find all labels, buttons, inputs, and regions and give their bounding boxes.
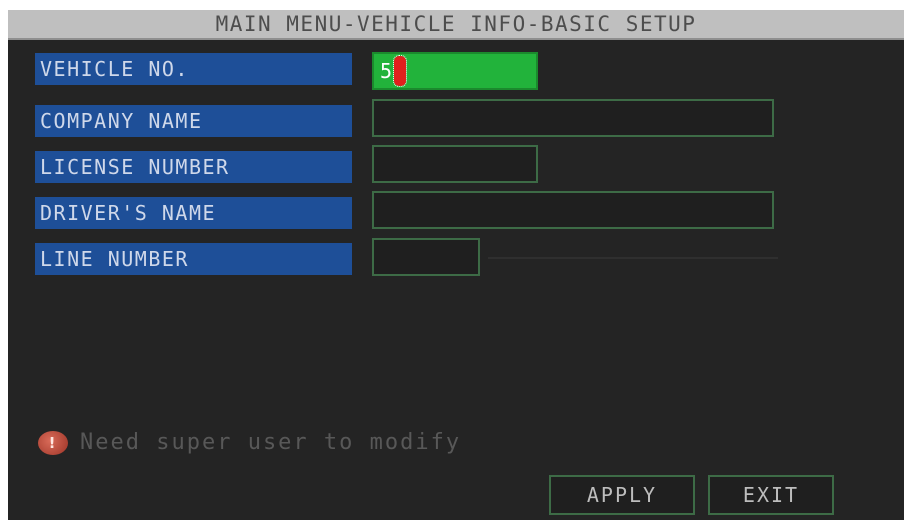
- drivers-name-field[interactable]: [372, 191, 774, 229]
- text-cursor: [393, 55, 408, 87]
- exit-button[interactable]: EXIT: [708, 475, 834, 515]
- company-name-field[interactable]: [372, 99, 774, 137]
- apply-button[interactable]: APPLY: [549, 475, 695, 515]
- permission-notice: ! Need super user to modify: [38, 430, 461, 455]
- vehicle-no-value: 5: [380, 59, 393, 83]
- divider: [488, 257, 778, 259]
- drivers-name-label: DRIVER'S NAME: [35, 197, 352, 229]
- company-name-label: COMPANY NAME: [35, 105, 352, 137]
- dvr-setup-screen: MAIN MENU-VEHICLE INFO-BASIC SETUP VEHIC…: [8, 10, 904, 520]
- license-number-field[interactable]: [372, 145, 538, 183]
- page-title: MAIN MENU-VEHICLE INFO-BASIC SETUP: [215, 12, 697, 36]
- line-number-label: LINE NUMBER: [35, 243, 352, 275]
- title-bar: MAIN MENU-VEHICLE INFO-BASIC SETUP: [8, 10, 904, 40]
- warning-icon: !: [38, 430, 68, 455]
- notice-text: Need super user to modify: [80, 430, 462, 455]
- line-number-field[interactable]: [372, 238, 480, 276]
- vehicle-no-field[interactable]: 5: [372, 52, 538, 90]
- vehicle-no-label: VEHICLE NO.: [35, 53, 352, 85]
- license-number-label: LICENSE NUMBER: [35, 151, 352, 183]
